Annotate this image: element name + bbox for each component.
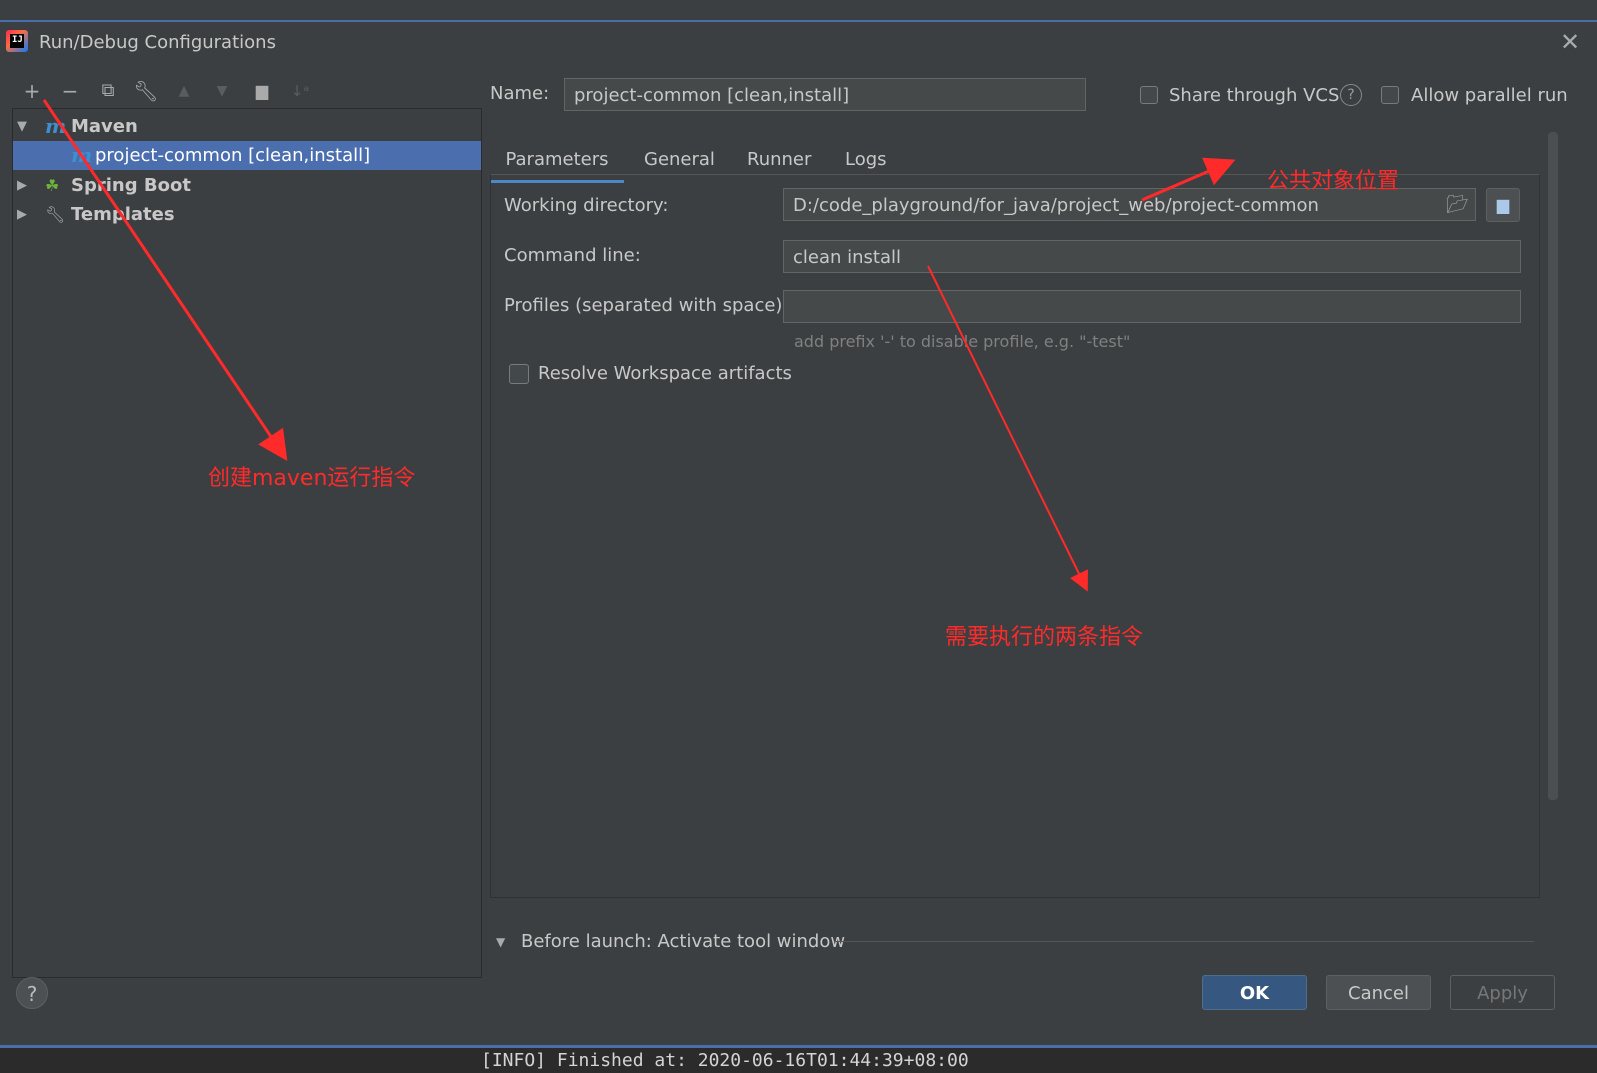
annotation-create-maven: 创建maven运行指令 <box>208 466 416 491</box>
arrow-public-location <box>1141 157 1236 202</box>
annotation-public-location: 公共对象位置 <box>1267 169 1400 194</box>
annotation-arrows <box>42 99 1236 592</box>
arrow-two-commands <box>927 265 1088 592</box>
annotation-two-commands: 需要执行的两条指令 <box>945 625 1144 650</box>
arrow-create-maven <box>42 99 288 461</box>
